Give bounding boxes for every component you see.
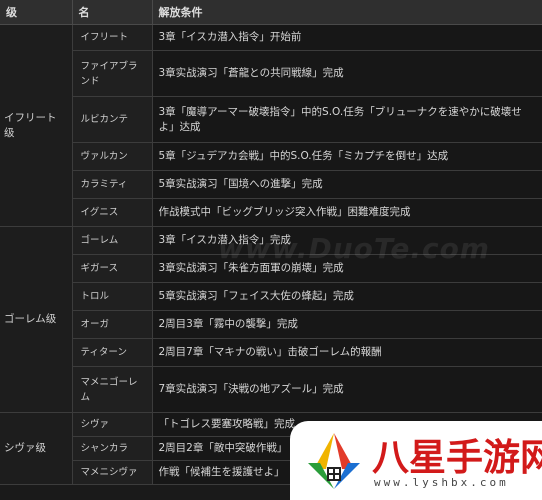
- name-cell: イフリート: [72, 24, 153, 51]
- logo-url: www.lyshbx.com: [374, 476, 509, 489]
- name-cell: ギガース: [72, 254, 153, 283]
- condition-cell: 3章实战演习「蒼龍との共同戦線」完成: [152, 50, 542, 97]
- table-row: ゴーレム级 ゴーレム 3章「イスカ潜入指令」完成: [0, 226, 542, 413]
- condition-cell: 3章「魔導アーマー破壊指令」中的S.O.任务「ブリューナクを速やかに破壊せよ」达…: [152, 96, 542, 143]
- condition-cell: 7章实战演习「決戦の地アズール」完成: [152, 366, 542, 413]
- name-cell: シャンカラ: [72, 436, 153, 461]
- table-row: オーガ 2周目3章「霧中の襲撃」完成: [0, 310, 542, 339]
- condition-cell: 5章实战演习「フェイス大佐の蜂起」完成: [152, 282, 542, 311]
- table-row: トロル 5章实战演习「フェイス大佐の蜂起」完成: [0, 282, 542, 311]
- name-cell: ティターン: [72, 338, 153, 367]
- logo-title: 八星手游网: [372, 436, 542, 479]
- name-cell: カラミティ: [72, 170, 153, 199]
- table-row: ギガース 3章实战演习「朱雀方面軍の崩壊」完成: [0, 254, 542, 283]
- condition-cell: 3章「イスカ潜入指令」完成: [152, 226, 542, 255]
- condition-cell: 作战模式中「ビッグブリッジ突入作戦」困難难度完成: [152, 198, 542, 227]
- name-cell: ファイアブランド: [72, 50, 153, 97]
- condition-cell: 2周目3章「霧中の襲撃」完成: [152, 310, 542, 339]
- page: { "headers": { "group": "级", "name": "名"…: [0, 0, 542, 500]
- condition-cell: 2周目7章「マキナの戦い」击破ゴーレム的報酬: [152, 338, 542, 367]
- name-cell: ヴァルカン: [72, 142, 153, 171]
- condition-cell: 3章实战演习「朱雀方面軍の崩壊」完成: [152, 254, 542, 283]
- name-cell: マメニゴーレム: [72, 366, 153, 413]
- table-row: イグニス 作战模式中「ビッグブリッジ突入作戦」困難难度完成: [0, 198, 542, 227]
- group-cell-golem: ゴーレム级: [0, 226, 73, 413]
- header-group: 级: [0, 0, 73, 25]
- name-cell: ルビカンテ: [72, 96, 153, 143]
- header-condition: 解放条件: [152, 0, 542, 25]
- table-row: イフリート级 イフリート 3章「イスカ潜入指令」开始前: [0, 24, 542, 227]
- condition-cell: 5章实战演习「国境への進撃」完成: [152, 170, 542, 199]
- logo-mark-icon: [308, 433, 360, 489]
- table-row: ファイアブランド 3章实战演习「蒼龍との共同戦線」完成: [0, 50, 542, 97]
- site-logo[interactable]: 八星手游网 www.lyshbx.com: [290, 421, 542, 500]
- condition-cell: 3章「イスカ潜入指令」开始前: [152, 24, 542, 51]
- name-cell: シヴァ: [72, 412, 153, 437]
- name-cell: オーガ: [72, 310, 153, 339]
- group-cell-shiva: シヴァ级: [0, 412, 73, 485]
- condition-cell: 5章「ジュデアカ会戦」中的S.O.任务「ミカプチを倒せ」达成: [152, 142, 542, 171]
- name-cell: イグニス: [72, 198, 153, 227]
- name-cell: マメニシヴァ: [72, 460, 153, 485]
- unlock-conditions-table: 级 名 解放条件 イフリート级 イフリート 3章「イスカ潜入指令」开始前 ファイ…: [0, 0, 542, 485]
- table-row: マメニゴーレム 7章实战演习「決戦の地アズール」完成: [0, 366, 542, 413]
- name-cell: ゴーレム: [72, 226, 153, 255]
- table-row: ヴァルカン 5章「ジュデアカ会戦」中的S.O.任务「ミカプチを倒せ」达成: [0, 142, 542, 171]
- header-name: 名: [72, 0, 153, 25]
- table-row: カラミティ 5章实战演习「国境への進撃」完成: [0, 170, 542, 199]
- header-row: 级 名 解放条件: [0, 0, 542, 25]
- table-row: ルビカンテ 3章「魔導アーマー破壊指令」中的S.O.任务「ブリューナクを速やかに…: [0, 96, 542, 143]
- name-cell: トロル: [72, 282, 153, 311]
- group-cell-ifrit: イフリート级: [0, 24, 73, 227]
- table-row: ティターン 2周目7章「マキナの戦い」击破ゴーレム的報酬: [0, 338, 542, 367]
